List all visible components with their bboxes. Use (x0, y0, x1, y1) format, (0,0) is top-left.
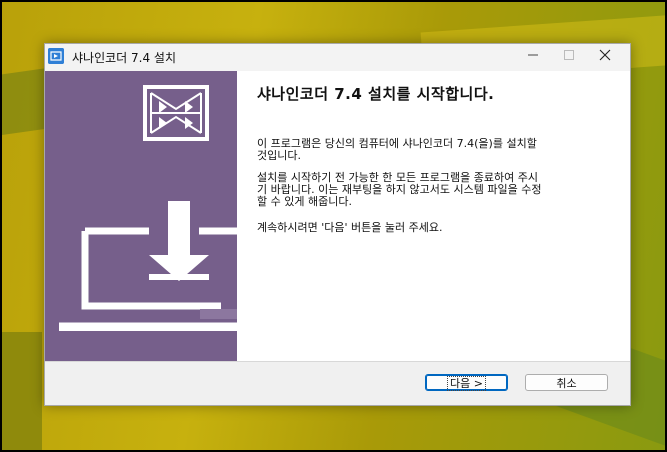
cancel-button[interactable]: 취소 (525, 374, 608, 391)
minimize-button[interactable] (513, 44, 553, 72)
maximize-button[interactable] (549, 44, 589, 72)
next-button-label: 다음 > (447, 376, 486, 391)
continue-instruction: 계속하시려면 '다음' 버튼을 눌러 주세요. (257, 221, 443, 234)
installer-app-icon (48, 48, 64, 64)
minimize-icon (528, 54, 538, 56)
intro-line-2: 것입니다. (257, 149, 301, 162)
install-illustration-icon (59, 85, 237, 331)
installer-window: 샤나인코더 7.4 설치 샤나인코더 7.4 설치를 시작합니다. 이 프로그램… (44, 43, 631, 406)
next-button[interactable]: 다음 > (425, 374, 508, 391)
window-title: 샤나인코더 7.4 설치 (72, 51, 176, 65)
maximize-icon (564, 50, 574, 60)
footer-divider (45, 361, 630, 362)
installer-content: 샤나인코더 7.4 설치를 시작합니다. 이 프로그램은 당신의 컴퓨터에 샤나… (237, 71, 630, 361)
close-icon (599, 49, 611, 61)
title-bar[interactable]: 샤나인코더 7.4 설치 (45, 44, 630, 72)
intro-line-1: 이 프로그램은 당신의 컴퓨터에 샤나인코더 7.4(을)를 설치할 (257, 137, 537, 150)
page-title: 샤나인코더 7.4 설치를 시작합니다. (257, 85, 495, 103)
notice-line-3: 할 수 있게 해줍니다. (257, 195, 352, 208)
close-button[interactable] (585, 44, 625, 72)
installer-sidebar (45, 71, 237, 361)
